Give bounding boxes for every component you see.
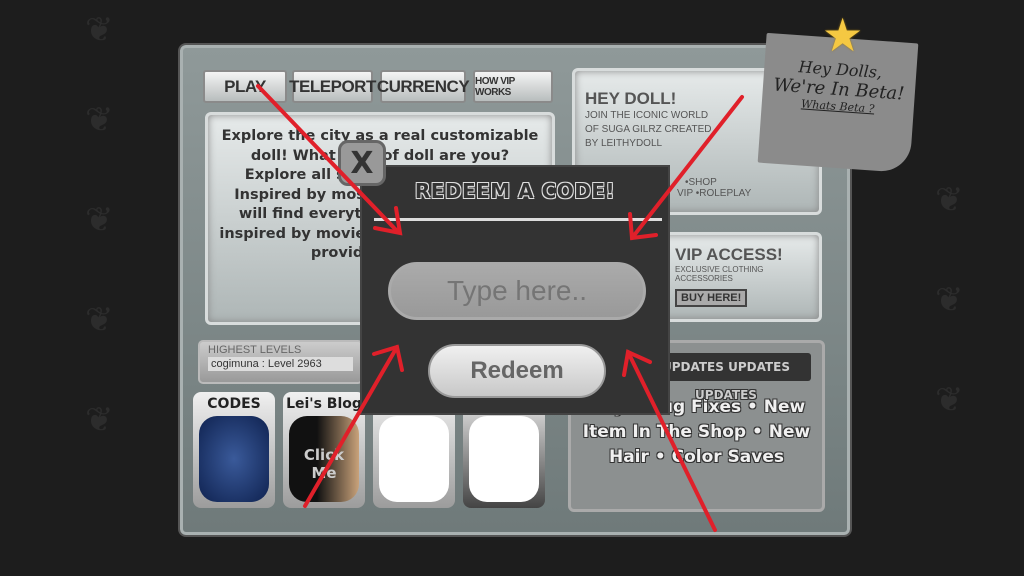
- arrow-icon: [628, 95, 744, 241]
- arrow-icon: [256, 84, 403, 236]
- annotation-arrows: [256, 84, 744, 532]
- arrow-icon: [303, 344, 404, 508]
- arrow-icon: [622, 349, 717, 532]
